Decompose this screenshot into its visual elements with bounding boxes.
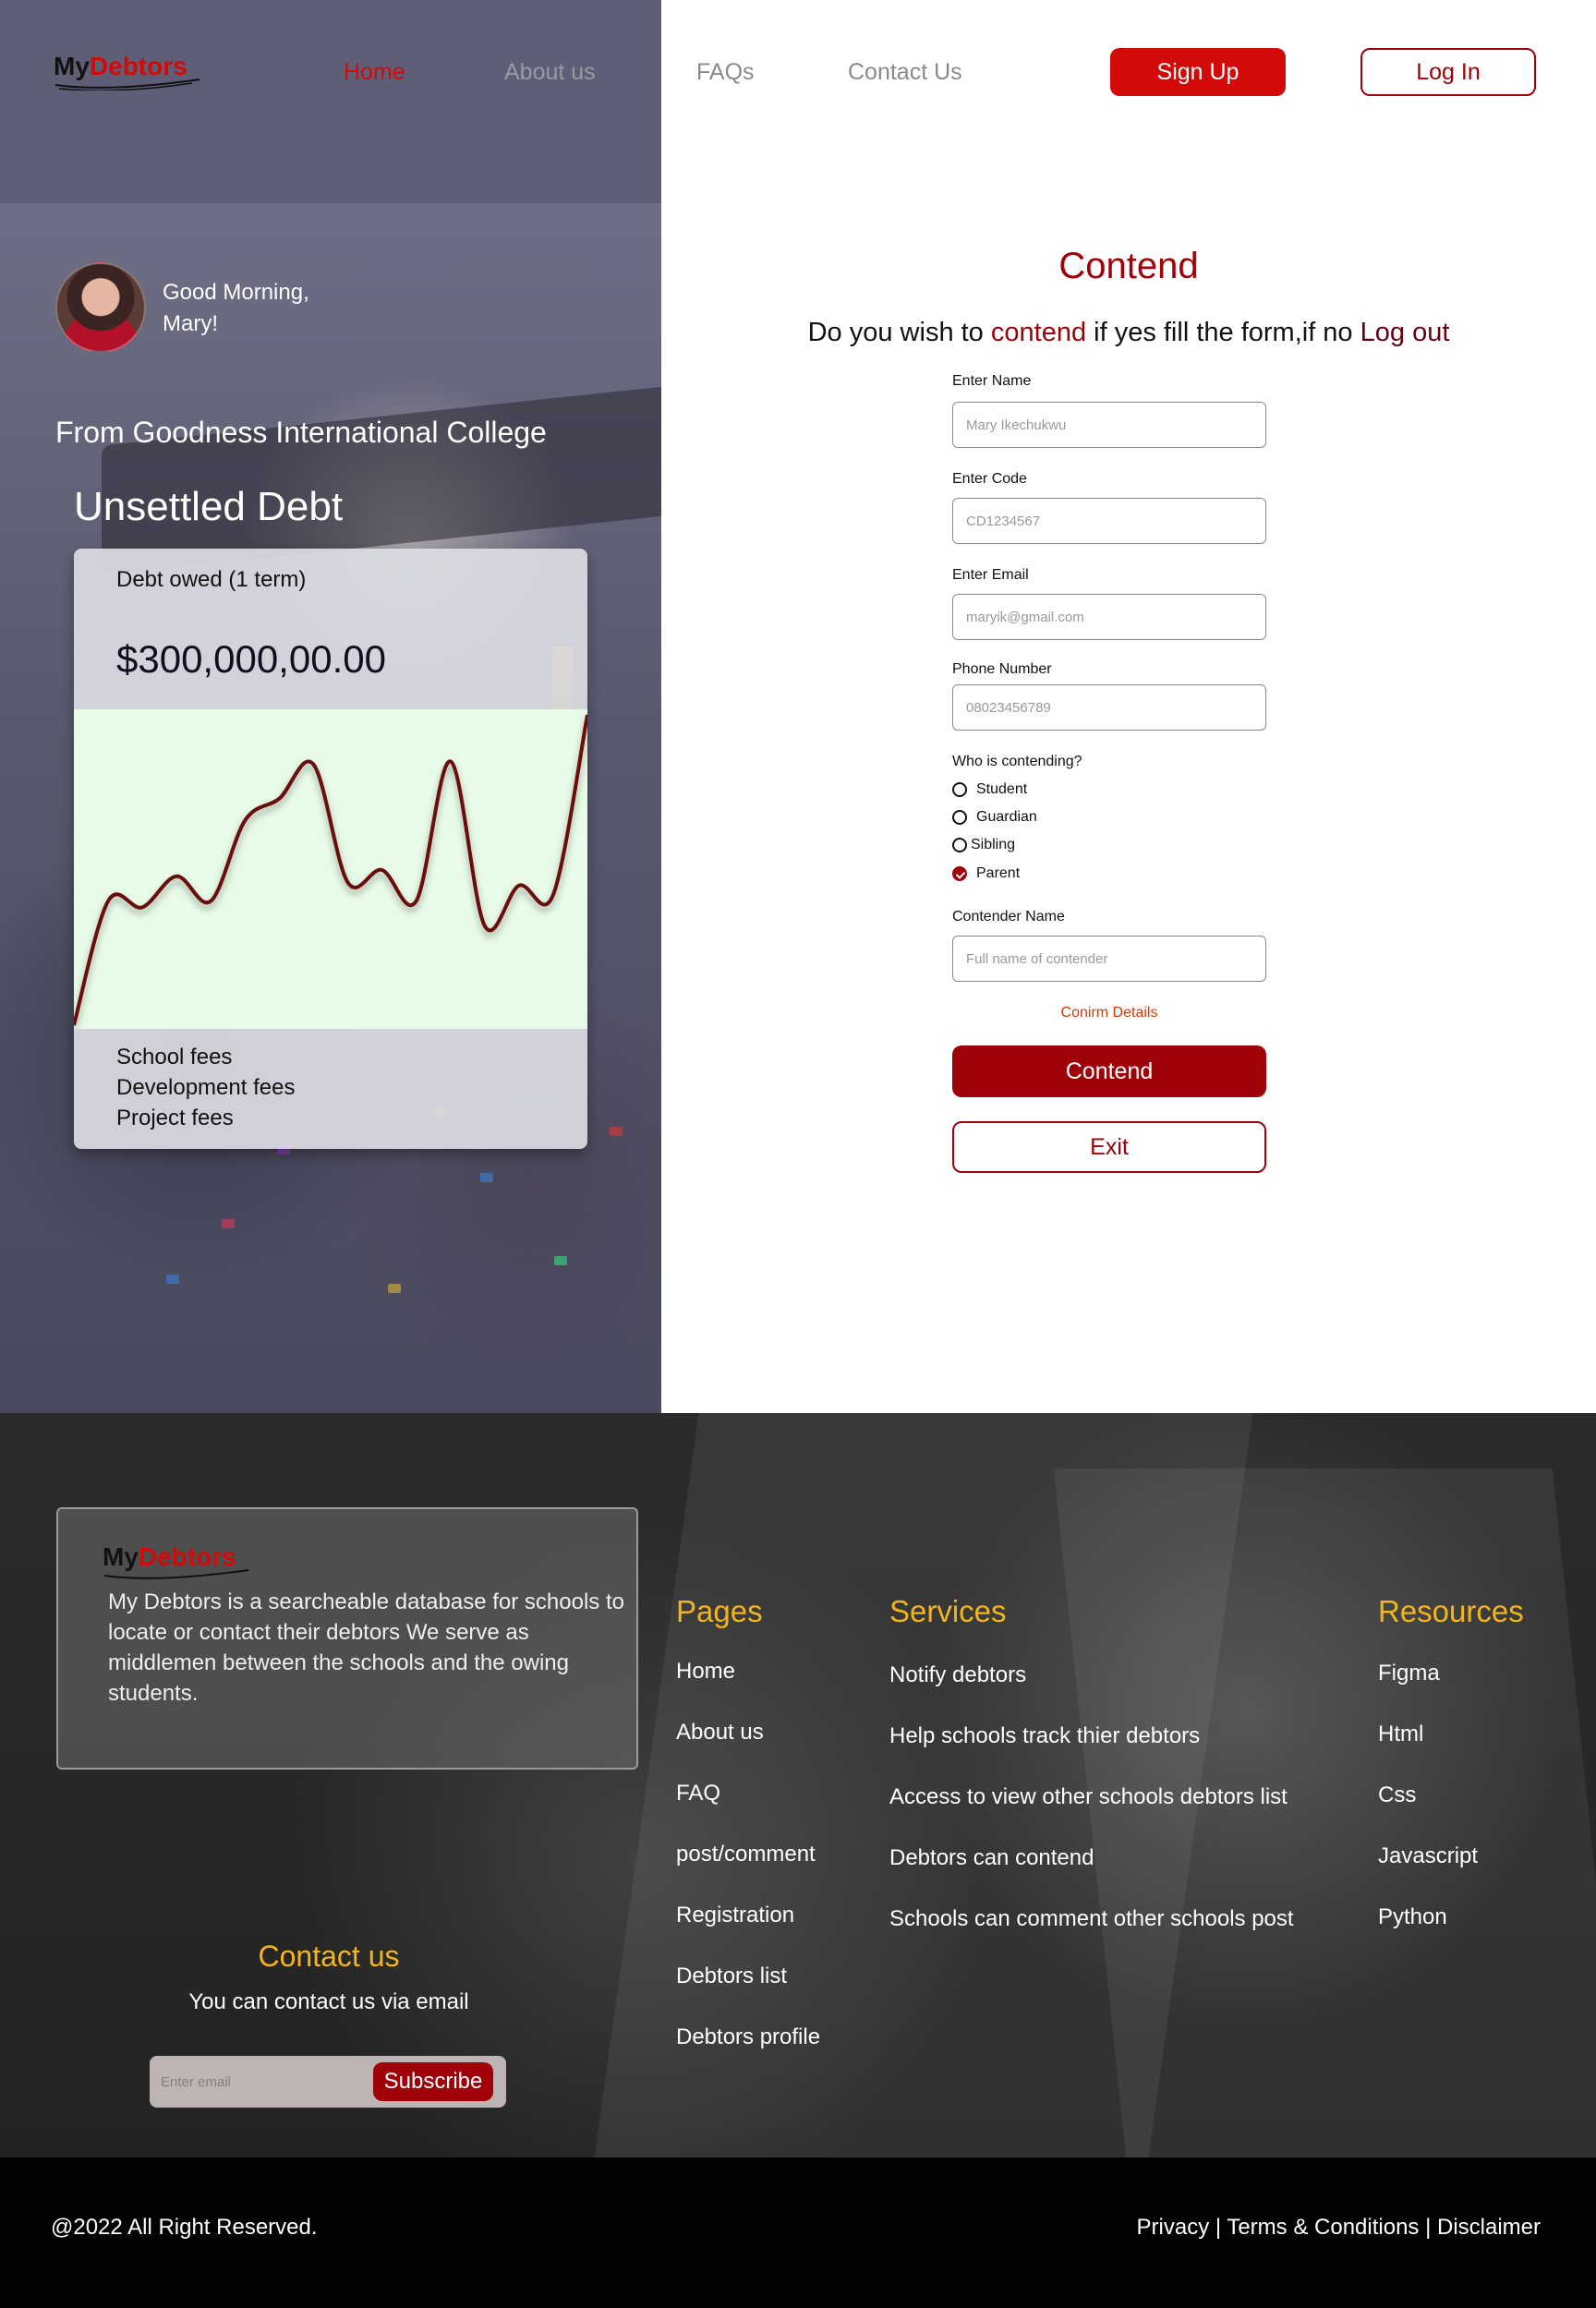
fee-item-project: Project fees <box>116 1106 234 1130</box>
resources-title: Resources <box>1378 1594 1524 1628</box>
subscribe-box: Subscribe <box>150 2056 506 2108</box>
footer-brand-logo[interactable]: My Debtors <box>103 1542 249 1579</box>
login-button[interactable]: Log In <box>1360 48 1536 96</box>
signup-button[interactable]: Sign Up <box>1110 48 1286 96</box>
email-label: Enter Email <box>952 567 1029 583</box>
confetti <box>222 1219 235 1228</box>
subtitle-pre: Do you wish to <box>807 318 991 347</box>
debt-chart-line <box>74 714 587 1026</box>
radio-parent-label: Parent <box>976 865 1021 881</box>
greeting-line2: Mary! <box>163 311 218 336</box>
nav-about[interactable]: About us <box>504 59 596 86</box>
debt-owed-label: Debt owed (1 term) <box>116 567 307 592</box>
name-input[interactable] <box>952 402 1266 448</box>
radio-student-label: Student <box>976 781 1028 797</box>
subscribe-email-input[interactable] <box>157 2063 369 2100</box>
service-contend[interactable]: Debtors can contend <box>889 1845 1094 1871</box>
resource-javascript[interactable]: Javascript <box>1378 1843 1478 1869</box>
radio-parent[interactable]: Parent <box>952 865 1020 882</box>
footer-link-registration[interactable]: Registration <box>676 1903 794 1928</box>
logo-swoosh-icon <box>103 1569 249 1579</box>
footer-background-paper <box>1053 1468 1596 2157</box>
radio-sibling-label: Sibling <box>971 837 1016 852</box>
fee-item-school: School fees <box>116 1045 233 1069</box>
confetti <box>480 1173 493 1182</box>
confetti <box>166 1275 179 1284</box>
avatar[interactable] <box>55 262 146 353</box>
bottom-bar: @2022 All Right Reserved. Privacy | Term… <box>0 2157 1596 2308</box>
exit-button[interactable]: Exit <box>952 1121 1266 1173</box>
radio-circle-icon[interactable] <box>952 810 967 825</box>
footer-link-debtors-list[interactable]: Debtors list <box>676 1964 787 1989</box>
service-track[interactable]: Help schools track thier debtors <box>889 1723 1200 1749</box>
nav-contact[interactable]: Contact Us <box>848 59 962 86</box>
footer-link-debtors-profile[interactable]: Debtors profile <box>676 2024 820 2050</box>
debt-chart <box>74 709 587 1029</box>
name-label: Enter Name <box>952 373 1032 389</box>
contend-button[interactable]: Contend <box>952 1045 1266 1097</box>
radio-circle-icon[interactable] <box>952 782 967 797</box>
code-label: Enter Code <box>952 471 1027 487</box>
service-access[interactable]: Access to view other schools debtors lis… <box>889 1784 1288 1810</box>
subtitle-mid: if yes fill the form,if no <box>1086 318 1360 347</box>
code-input[interactable] <box>952 498 1266 544</box>
legal-links[interactable]: Privacy | Terms & Conditions | Disclaime… <box>1137 2215 1541 2241</box>
who-contending-label: Who is contending? <box>952 754 1082 769</box>
unsettled-debt-heading: Unsettled Debt <box>74 484 344 529</box>
footer-link-post-comment[interactable]: post/comment <box>676 1842 816 1867</box>
graduation-cap-shape <box>102 385 661 575</box>
radio-checked-icon[interactable] <box>952 866 967 881</box>
college-name: From Goodness International College <box>55 416 547 449</box>
email-input[interactable] <box>952 594 1266 640</box>
subscribe-button[interactable]: Subscribe <box>373 2062 493 2101</box>
contact-title: Contact us <box>258 1939 400 1973</box>
contender-name-label: Contender Name <box>952 909 1065 924</box>
resource-html[interactable]: Html <box>1378 1722 1423 1747</box>
about-text: My Debtors is a searcheable database for… <box>108 1589 624 1706</box>
greeting-line1: Good Morning, <box>163 280 309 305</box>
pages-title: Pages <box>676 1594 763 1628</box>
debt-amount: $300,000,00.00 <box>116 637 386 681</box>
nav-home[interactable]: Home <box>344 59 405 86</box>
phone-label: Phone Number <box>952 661 1052 677</box>
fee-item-development: Development fees <box>116 1075 296 1100</box>
confirm-details-link[interactable]: Conirm Details <box>952 1005 1266 1021</box>
confetti <box>554 1256 567 1265</box>
radio-sibling[interactable]: Sibling <box>952 837 1015 853</box>
services-title: Services <box>889 1594 1007 1628</box>
about-box: My Debtors My Debtors is a searcheable da… <box>56 1507 638 1770</box>
greeting: Good Morning, Mary! <box>163 277 309 340</box>
copyright: @2022 All Right Reserved. <box>51 2215 318 2240</box>
confetti <box>388 1284 401 1293</box>
contend-title: Contend <box>1058 246 1199 286</box>
subtitle-contend: contend <box>990 318 1087 347</box>
footer-link-home[interactable]: Home <box>676 1659 735 1685</box>
resource-python[interactable]: Python <box>1378 1904 1447 1930</box>
contend-subtitle: Do you wish to contend if yes fill the f… <box>661 318 1596 348</box>
service-comment[interactable]: Schools can comment other schools post <box>889 1906 1294 1932</box>
resource-css[interactable]: Css <box>1378 1782 1416 1808</box>
contact-subtitle: You can contact us via email <box>188 1989 469 2014</box>
service-notify[interactable]: Notify debtors <box>889 1662 1026 1688</box>
debt-card: Debt owed (1 term) $300,000,00.00 School… <box>74 549 587 1149</box>
footer: My Debtors My Debtors is a searcheable da… <box>0 1413 1596 2157</box>
radio-guardian-label: Guardian <box>976 809 1037 825</box>
phone-input[interactable] <box>952 684 1266 731</box>
footer-link-faq[interactable]: FAQ <box>676 1781 720 1807</box>
radio-student[interactable]: Student <box>952 781 1027 798</box>
logout-link[interactable]: Log out <box>1360 318 1450 347</box>
debt-chart-svg <box>74 714 587 1026</box>
nav-faqs[interactable]: FAQs <box>696 59 755 86</box>
logo-swoosh-icon <box>54 79 200 91</box>
confetti <box>610 1127 623 1136</box>
brand-logo[interactable]: My Debtors <box>54 52 200 91</box>
fee-list: School fees Development fees Project fee… <box>116 1042 295 1133</box>
footer-link-about[interactable]: About us <box>676 1720 764 1746</box>
radio-circle-icon[interactable] <box>952 838 967 852</box>
contender-name-input[interactable] <box>952 936 1266 982</box>
resource-figma[interactable]: Figma <box>1378 1661 1440 1686</box>
radio-guardian[interactable]: Guardian <box>952 809 1037 826</box>
